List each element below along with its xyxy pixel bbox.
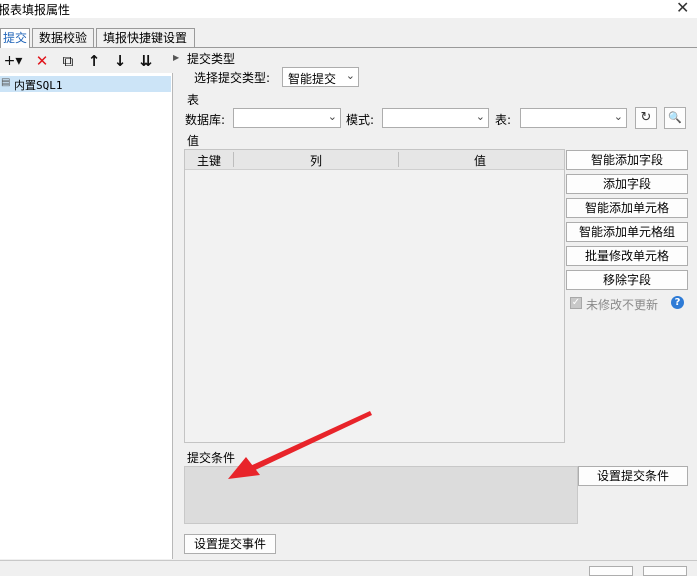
schema-select[interactable]: ⌄ <box>382 108 489 128</box>
add-icon[interactable]: +▾ <box>0 51 26 71</box>
submit-type-select[interactable]: 智能提交 ⌄ <box>282 67 359 87</box>
help-icon[interactable]: ? <box>671 296 684 309</box>
database-label: 数据库: <box>185 113 226 127</box>
smart-add-cell-group-button[interactable]: 智能添加单元格组 <box>566 222 688 242</box>
batch-modify-cells-button[interactable]: 批量修改单元格 <box>566 246 688 266</box>
column-header-value[interactable]: 值 <box>474 152 486 169</box>
move-down-icon[interactable]: ↓ <box>110 51 130 71</box>
move-up-icon[interactable]: ↑ <box>84 51 104 71</box>
database-select[interactable]: ⌄ <box>233 108 341 128</box>
tab-submit[interactable]: 提交 <box>0 28 30 48</box>
chevron-down-icon: ⌄ <box>475 110 485 123</box>
submit-type-label: 选择提交类型: <box>194 71 271 85</box>
submit-type-section-label: 提交类型 <box>187 52 236 66</box>
column-header-column[interactable]: 列 <box>310 152 322 169</box>
submit-type-value: 智能提交 <box>288 72 337 86</box>
window-title: 报表填报属性 <box>0 3 71 17</box>
close-icon[interactable]: ✕ <box>676 0 689 17</box>
sql-item-icon: ▤ <box>1 77 11 88</box>
tab-divider <box>0 47 697 48</box>
column-header-primary-key[interactable]: 主键 <box>197 152 221 169</box>
annotation-arrow-icon <box>228 411 372 479</box>
cancel-button[interactable] <box>643 566 687 576</box>
unmodified-no-update-label: 未修改不更新 <box>586 298 659 312</box>
chevron-down-icon: ⌄ <box>327 110 337 123</box>
unmodified-no-update-checkbox[interactable]: ✓ <box>570 297 582 309</box>
copy-icon[interactable]: ⧉ <box>58 51 78 71</box>
chevron-down-icon: ⌄ <box>613 110 623 123</box>
preview-icon[interactable]: 🔍 <box>664 107 686 129</box>
table-label: 表: <box>495 113 512 127</box>
column-divider <box>233 152 234 167</box>
table-select[interactable]: ⌄ <box>520 108 627 128</box>
smart-add-cell-button[interactable]: 智能添加单元格 <box>566 198 688 218</box>
tab-data-validation[interactable]: 数据校验 <box>32 28 94 47</box>
set-condition-button[interactable]: 设置提交条件 <box>578 466 688 486</box>
submit-list-panel <box>0 73 173 559</box>
field-table[interactable] <box>184 149 565 443</box>
column-divider <box>398 152 399 167</box>
collapse-arrow-icon[interactable]: ▶ <box>173 53 179 62</box>
refresh-icon[interactable]: ↻ <box>635 107 657 129</box>
remove-field-button[interactable]: 移除字段 <box>566 270 688 290</box>
list-item-label: 内置SQL1 <box>14 79 63 92</box>
ok-button[interactable] <box>589 566 633 576</box>
annotation-arrow-shaft <box>248 411 372 472</box>
add-field-button[interactable]: 添加字段 <box>566 174 688 194</box>
title-bar <box>0 0 697 18</box>
delete-icon[interactable]: ✕ <box>32 51 52 71</box>
table-section-label: 表 <box>187 93 200 107</box>
chevron-down-icon: ⌄ <box>345 69 355 82</box>
field-table-header <box>185 150 564 170</box>
sort-icon[interactable]: ⇊ <box>136 51 156 71</box>
set-submit-event-button[interactable]: 设置提交事件 <box>184 534 276 554</box>
schema-label: 模式: <box>346 113 375 127</box>
values-section-label: 值 <box>187 134 200 148</box>
smart-add-field-button[interactable]: 智能添加字段 <box>566 150 688 170</box>
tab-shortcut-settings[interactable]: 填报快捷键设置 <box>96 28 195 47</box>
